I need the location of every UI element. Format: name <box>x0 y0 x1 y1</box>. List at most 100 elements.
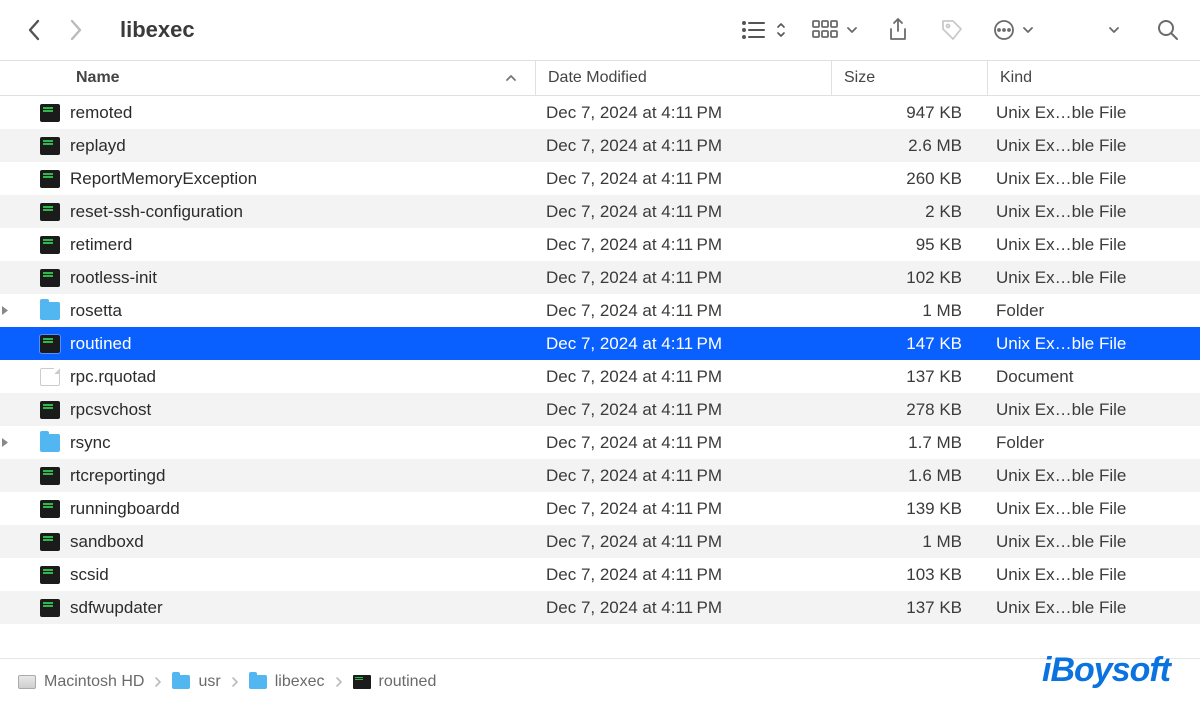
cell-date: Dec 7, 2024 at 4:11 PM <box>534 400 829 420</box>
actions-button[interactable] <box>992 18 1034 42</box>
cell-name: rtcreportingd <box>0 466 534 486</box>
cell-kind: Unix Ex…ble File <box>984 136 1200 156</box>
file-row[interactable]: scsidDec 7, 2024 at 4:11 PM103 KBUnix Ex… <box>0 558 1200 591</box>
file-name: replayd <box>70 136 126 156</box>
path-label: Macintosh HD <box>44 673 144 691</box>
file-row[interactable]: runningboarddDec 7, 2024 at 4:11 PM139 K… <box>0 492 1200 525</box>
path-segment[interactable]: routined <box>353 673 437 691</box>
executable-icon <box>40 104 60 122</box>
executable-icon <box>353 675 371 689</box>
folder-icon <box>40 434 60 452</box>
cell-name: replayd <box>0 136 534 156</box>
executable-icon <box>40 170 60 188</box>
cell-size: 2.6 MB <box>829 136 984 156</box>
column-header-kind[interactable]: Kind <box>988 69 1200 87</box>
file-row[interactable]: rtcreportingdDec 7, 2024 at 4:11 PM1.6 M… <box>0 459 1200 492</box>
cell-kind: Unix Ex…ble File <box>984 532 1200 552</box>
cell-size: 103 KB <box>829 565 984 585</box>
column-header-name[interactable]: Name <box>0 69 535 87</box>
path-segment[interactable]: Macintosh HD <box>18 673 144 691</box>
path-label: libexec <box>275 673 325 691</box>
file-row[interactable]: rpc.rquotadDec 7, 2024 at 4:11 PM137 KBD… <box>0 360 1200 393</box>
executable-icon <box>40 137 60 155</box>
cell-date: Dec 7, 2024 at 4:11 PM <box>534 334 829 354</box>
cell-date: Dec 7, 2024 at 4:11 PM <box>534 466 829 486</box>
file-name: rosetta <box>70 301 122 321</box>
file-row[interactable]: retimerd Dec 7, 2024 at 4:11 PM95 KBUnix … <box>0 228 1200 261</box>
forward-button[interactable] <box>60 14 92 46</box>
cell-size: 147 KB <box>829 334 984 354</box>
file-name: remoted <box>70 103 132 123</box>
cell-name: scsid <box>0 565 534 585</box>
cell-name: rosetta <box>0 301 534 321</box>
cell-date: Dec 7, 2024 at 4:11 PM <box>534 169 829 189</box>
cell-kind: Unix Ex…ble File <box>984 400 1200 420</box>
cell-name: sandboxd <box>0 532 534 552</box>
share-button[interactable] <box>884 16 912 44</box>
cell-kind: Unix Ex…ble File <box>984 466 1200 486</box>
view-list-button[interactable] <box>740 19 786 41</box>
executable-icon <box>40 236 60 254</box>
overflow-button[interactable] <box>1100 16 1128 44</box>
file-row[interactable]: rosettaDec 7, 2024 at 4:11 PM1 MBFolder <box>0 294 1200 327</box>
cell-kind: Unix Ex…ble File <box>984 268 1200 288</box>
cell-name: rsync <box>0 433 534 453</box>
cell-name: sdfwupdater <box>0 598 534 618</box>
file-row[interactable]: reset-ssh-configuration Dec 7, 2024 at 4:… <box>0 195 1200 228</box>
file-list: remotedDec 7, 2024 at 4:11 PM947 KBUnix … <box>0 96 1200 624</box>
search-button[interactable] <box>1154 16 1182 44</box>
path-segment[interactable]: usr <box>172 673 220 691</box>
cell-kind: Unix Ex…ble File <box>984 235 1200 255</box>
path-segment[interactable]: libexec <box>249 673 325 691</box>
tags-button[interactable] <box>938 16 966 44</box>
executable-icon <box>40 500 60 518</box>
file-row[interactable]: sdfwupdaterDec 7, 2024 at 4:11 PM137 KBU… <box>0 591 1200 624</box>
file-name: reset-ssh-configuration <box>70 202 243 222</box>
file-name: ReportMemoryException <box>70 169 257 189</box>
file-name: retimerd <box>70 235 132 255</box>
column-header-size[interactable]: Size <box>832 69 987 87</box>
cell-size: 95 KB <box>829 235 984 255</box>
window-title: libexec <box>120 17 195 43</box>
path-label: usr <box>198 673 220 691</box>
cell-kind: Unix Ex…ble File <box>984 103 1200 123</box>
file-name: rsync <box>70 433 111 453</box>
file-name: sandboxd <box>70 532 144 552</box>
disclosure-triangle-icon[interactable] <box>0 437 40 448</box>
executable-icon <box>40 335 60 353</box>
cell-date: Dec 7, 2024 at 4:11 PM <box>534 532 829 552</box>
cell-kind: Unix Ex…ble File <box>984 499 1200 519</box>
group-button[interactable] <box>812 20 858 40</box>
cell-name: remoted <box>0 103 534 123</box>
file-name: rpcsvchost <box>70 400 151 420</box>
file-row[interactable]: rootless-initDec 7, 2024 at 4:11 PM102 K… <box>0 261 1200 294</box>
back-button[interactable] <box>18 14 50 46</box>
file-row[interactable]: sandboxdDec 7, 2024 at 4:11 PM1 MBUnix E… <box>0 525 1200 558</box>
cell-kind: Folder <box>984 433 1200 453</box>
cell-date: Dec 7, 2024 at 4:11 PM <box>534 235 829 255</box>
path-label: routined <box>379 673 437 691</box>
cell-kind: Unix Ex…ble File <box>984 598 1200 618</box>
file-row[interactable]: routinedDec 7, 2024 at 4:11 PM147 KBUnix… <box>0 327 1200 360</box>
cell-size: 139 KB <box>829 499 984 519</box>
cell-size: 137 KB <box>829 367 984 387</box>
file-row[interactable]: replaydDec 7, 2024 at 4:11 PM2.6 MBUnix … <box>0 129 1200 162</box>
cell-size: 137 KB <box>829 598 984 618</box>
column-header-date[interactable]: Date Modified <box>536 69 831 87</box>
file-row[interactable]: rsyncDec 7, 2024 at 4:11 PM1.7 MBFolder <box>0 426 1200 459</box>
chevron-down-icon <box>1022 25 1034 35</box>
disclosure-triangle-icon[interactable] <box>0 305 40 316</box>
cell-name: rootless-init <box>0 268 534 288</box>
cell-size: 947 KB <box>829 103 984 123</box>
sort-indicator-icon <box>505 73 517 83</box>
cell-date: Dec 7, 2024 at 4:11 PM <box>534 202 829 222</box>
file-row[interactable]: ReportMemoryException Dec 7, 2024 at 4:11… <box>0 162 1200 195</box>
cell-size: 1 MB <box>829 301 984 321</box>
path-bar: Macintosh HD usr libexec routined <box>0 658 1200 704</box>
executable-icon <box>40 269 60 287</box>
cell-kind: Unix Ex…ble File <box>984 565 1200 585</box>
file-row[interactable]: rpcsvchostDec 7, 2024 at 4:11 PM278 KBUn… <box>0 393 1200 426</box>
file-row[interactable]: remotedDec 7, 2024 at 4:11 PM947 KBUnix … <box>0 96 1200 129</box>
chevron-down-icon <box>846 25 858 35</box>
cell-date: Dec 7, 2024 at 4:11 PM <box>534 499 829 519</box>
